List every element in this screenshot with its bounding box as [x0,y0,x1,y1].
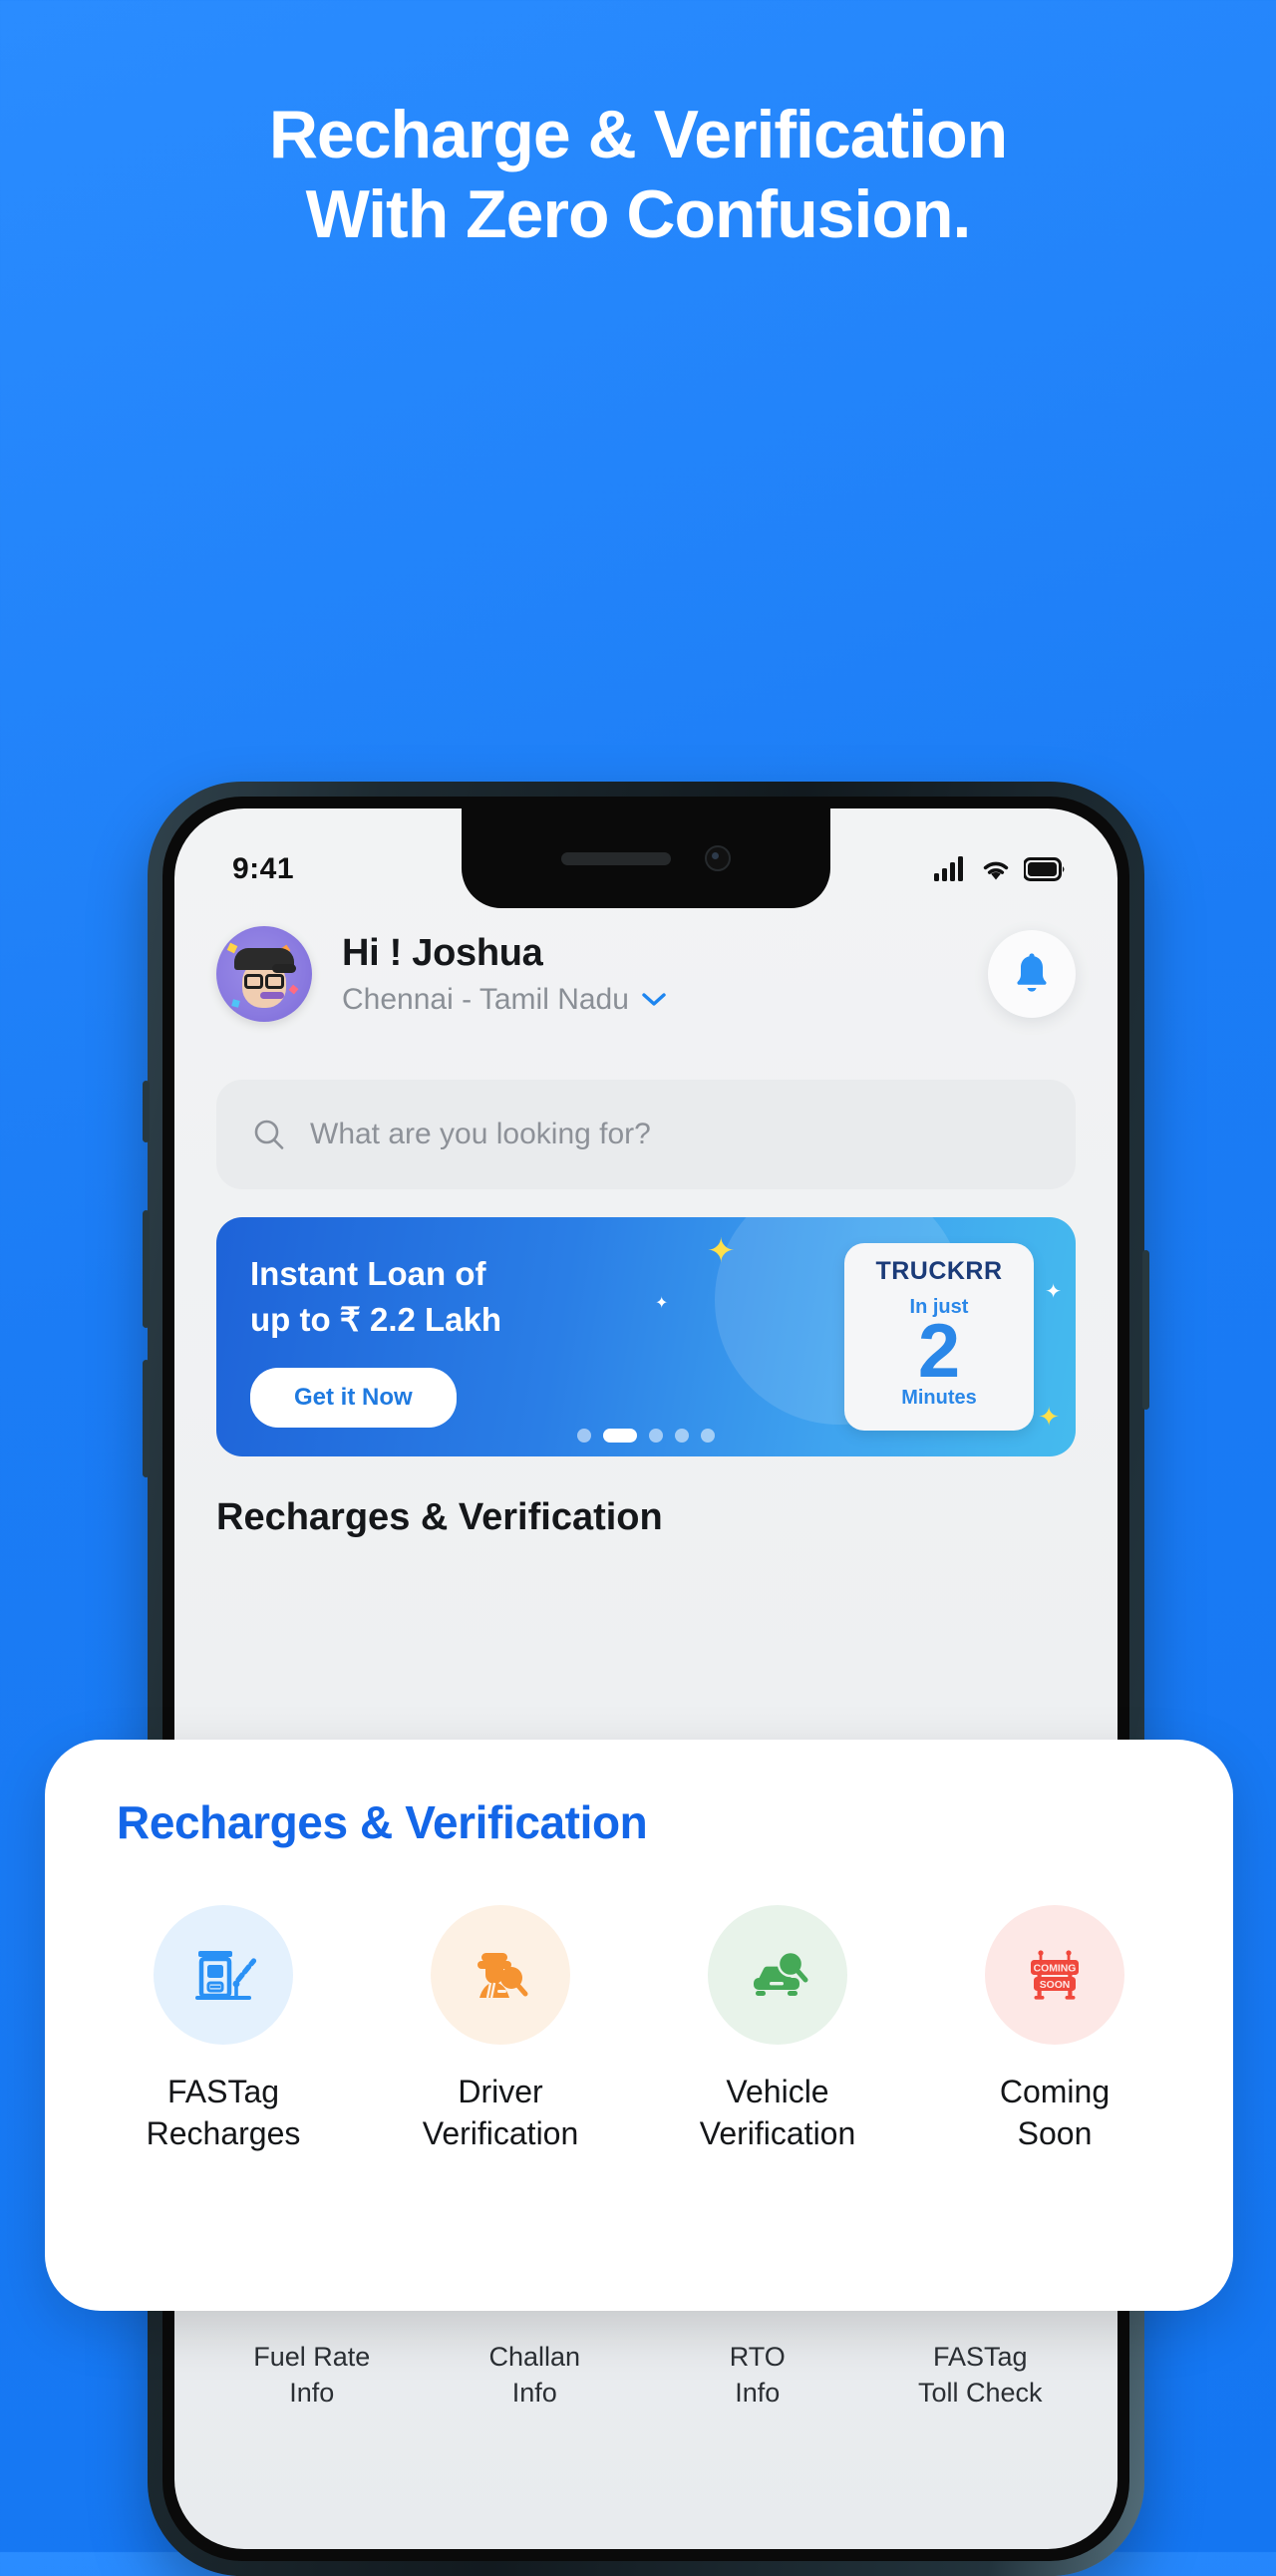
coming-soon-sign-icon: COMING SOON [1031,1950,1079,2000]
avatar-cap-brim [272,964,296,973]
service-label: FASTag Recharges [147,2071,301,2154]
carousel-dot[interactable] [577,1429,591,1443]
avatar-party-horn [260,992,284,999]
wifi-icon [983,861,1009,880]
service-label-line-2: Recharges [146,2115,301,2152]
quick-link-fuel-rate-info[interactable]: Fuel Rate Info [200,2339,424,2412]
quick-link-rto-info[interactable]: RTO Info [646,2339,869,2412]
chevron-down-icon [642,992,666,1006]
quick-links-row: Fuel Rate Info Challan Info RTO Info FAS… [174,2339,1117,2412]
service-driver-verification[interactable]: Driver Verification [362,1905,639,2154]
toll-booth-icon [195,1951,257,2000]
card-title: Recharges & Verification [117,1796,648,1848]
confetti-icon [226,942,238,954]
app-header: Hi ! Joshua Chennai - Tamil Nadu [174,926,1117,1022]
phone-notch [462,808,830,908]
sparkle-icon: ✦ [1038,1402,1060,1432]
carousel-dot-active[interactable] [603,1429,637,1443]
carousel-dot[interactable] [701,1429,715,1443]
car-search-icon [754,1950,808,1996]
sparkle-icon: ✦ [707,1232,736,1270]
banner-title-line-1: Instant Loan of [250,1255,486,1292]
phone-volume-up-button[interactable] [143,1210,150,1328]
search-placeholder: What are you looking for? [310,1118,651,1150]
service-fastag-recharges[interactable]: FASTag Recharges [85,1905,362,2154]
service-label-line-1: Vehicle [726,2074,829,2109]
quick-link-label: Fuel Rate [253,2342,371,2372]
quick-link-label: FASTag [932,2342,1028,2372]
section-heading: Recharges & Verification [216,1496,663,1538]
banner-copy: Instant Loan of up to ₹ 2.2 Lakh Get it … [250,1251,502,1429]
quick-link-challan-info[interactable]: Challan Info [424,2339,647,2412]
service-label: Coming Soon [1000,2071,1110,2154]
status-icons [934,856,1066,882]
front-camera-icon [705,845,731,871]
services-grid: FASTag Recharges Driver Verification Veh… [85,1905,1193,2154]
service-label-line-2: Verification [422,2115,579,2152]
quick-link-label: Info [289,2378,335,2409]
get-it-now-button[interactable]: Get it Now [250,1368,457,1429]
banner-highlight-card: TRUCKRR In just 2 Minutes [844,1243,1034,1431]
brand-name: TRUCKRR [875,1257,1003,1285]
hero-line-1: Recharge & Verification [268,97,1008,172]
location-text: Chennai - Tamil Nadu [342,982,629,1016]
phone-volume-down-button[interactable] [143,1360,150,1477]
sparkle-icon: ✦ [655,1295,669,1312]
service-label: Driver Verification [423,2071,579,2154]
service-label-line-1: Coming [999,2074,1111,2109]
header-text: Hi ! Joshua Chennai - Tamil Nadu [342,932,988,1017]
carousel-dot[interactable] [649,1429,663,1443]
promo-banner[interactable]: ✦ ✦ ✦ ✦ Instant Loan of up to ₹ 2.2 Lakh… [216,1217,1076,1456]
search-input[interactable]: What are you looking for? [216,1080,1076,1189]
avatar-glasses-left [244,974,263,989]
phone-power-button[interactable] [1142,1250,1149,1410]
notifications-button[interactable] [988,930,1076,1018]
banner-minutes-label: Minutes [901,1386,977,1409]
service-icon-circle [154,1905,293,2045]
banner-title-line-2: up to ₹ 2.2 Lakh [250,1300,502,1338]
service-coming-soon[interactable]: COMING SOON Coming Soon [916,1905,1193,2154]
confetti-icon [231,999,240,1008]
search-icon [254,1120,284,1149]
confetti-icon [288,984,299,995]
coming-soon-sign-text-top: COMING [1034,1963,1077,1974]
service-label-line-2: Soon [1017,2115,1093,2152]
earpiece-speaker-icon [561,851,671,865]
carousel-dot[interactable] [675,1429,689,1443]
greeting-text: Hi ! Joshua [342,931,543,974]
hero-line-2: With Zero Confusion. [305,175,972,252]
service-label: Vehicle Verification [700,2071,856,2154]
sparkle-icon: ✦ [1045,1281,1062,1303]
service-icon-circle [708,1905,847,2045]
service-icon-circle: COMING SOON [985,1905,1124,2045]
quick-link-label: Info [735,2378,781,2409]
phone-mute-switch[interactable] [143,1081,150,1142]
quick-link-label: RTO [729,2342,786,2372]
banner-minutes-number: 2 [917,1309,961,1394]
status-time: 9:41 [232,852,295,885]
coming-soon-sign-text-bottom: SOON [1040,1980,1071,1991]
quick-link-label: Challan [488,2342,581,2372]
battery-icon [1024,857,1065,881]
location-selector[interactable]: Chennai - Tamil Nadu [342,983,988,1017]
service-label-line-1: Driver [458,2074,543,2109]
service-icon-circle [431,1905,570,2045]
driver-search-icon [478,1953,528,1999]
hero-headline: Recharge & Verification With Zero Confus… [0,96,1276,254]
quick-link-label: Info [511,2378,557,2409]
quick-link-fastag-toll-check[interactable]: FASTag Toll Check [869,2339,1093,2412]
avatar-glasses-right [265,974,284,989]
recharges-verification-card: Recharges & Verification FASTag Recharge… [45,1740,1233,2311]
bell-icon [1017,953,1047,992]
service-label-line-1: FASTag [166,2074,280,2109]
avatar[interactable] [216,926,312,1022]
cellular-signal-icon [934,856,963,881]
carousel-dots[interactable] [577,1429,715,1443]
service-vehicle-verification[interactable]: Vehicle Verification [639,1905,916,2154]
service-label-line-2: Verification [699,2115,856,2152]
quick-link-label: Toll Check [917,2378,1043,2409]
